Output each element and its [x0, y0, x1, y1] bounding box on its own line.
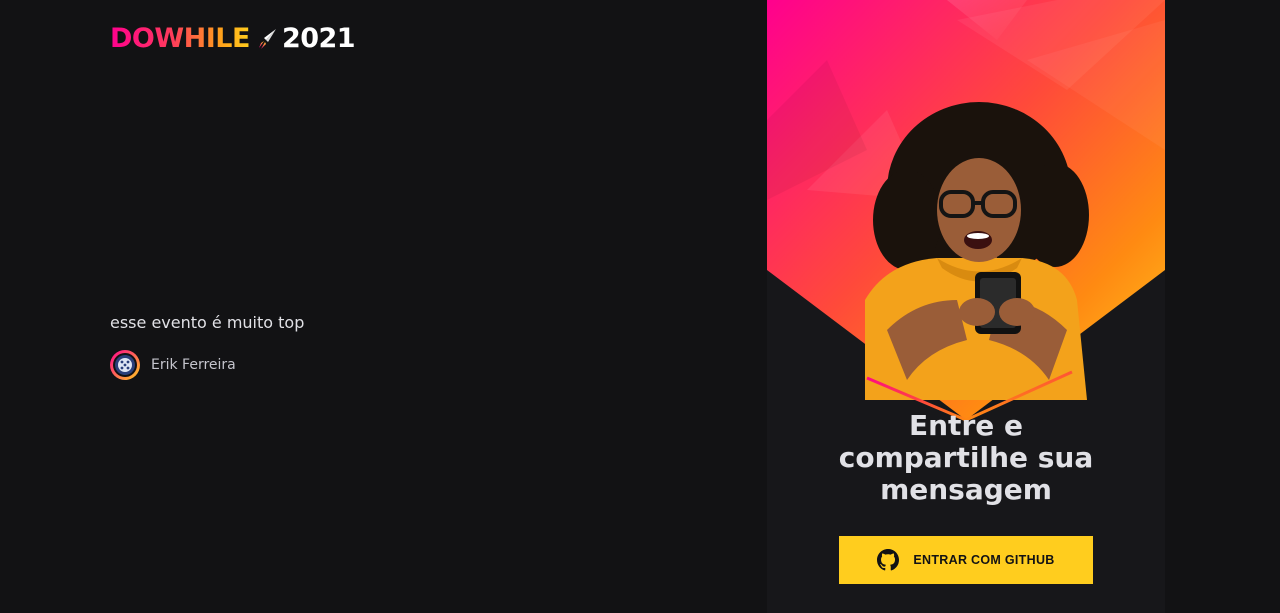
login-title: Entre e compartilhe sua mensagem — [838, 409, 1094, 506]
avatar — [110, 350, 140, 380]
message-item: esse evento é muito top Erik Ferreira — [110, 312, 530, 380]
app-page: DOWHILE 2021 esse evento é muito top Eri… — [0, 0, 1280, 613]
logo-text: DOWHILE — [110, 23, 250, 54]
dowhile-logo: DOWHILE 2021 — [110, 23, 356, 54]
message-text: esse evento é muito top — [110, 313, 305, 332]
github-button-label: ENTRAR COM GITHUB — [913, 553, 1055, 567]
message-author: Erik Ferreira — [110, 350, 530, 380]
author-name: Erik Ferreira — [151, 357, 236, 373]
rocket-icon — [258, 29, 276, 49]
github-login-button[interactable]: ENTRAR COM GITHUB — [839, 536, 1093, 584]
github-icon — [877, 549, 900, 571]
avatar-image — [115, 355, 135, 375]
login-panel: Entre e compartilhe sua mensagem ENTRAR … — [767, 0, 1165, 613]
logo-year: 2021 — [281, 23, 356, 54]
banner-illustration — [767, 0, 1165, 422]
avatar-pattern-icon — [118, 358, 132, 372]
